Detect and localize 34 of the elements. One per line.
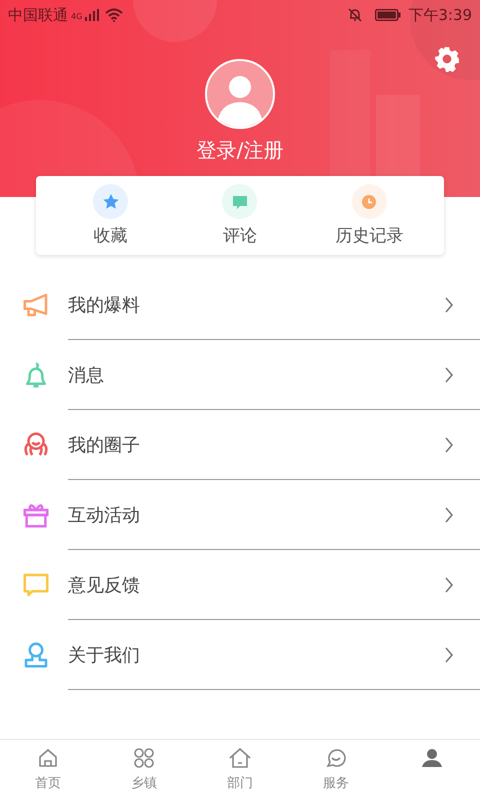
nav-tab[interactable]: 乡镇: [96, 740, 192, 800]
bell-muted-icon: [348, 8, 362, 22]
battery-icon: [375, 9, 402, 21]
settings-icon[interactable]: [434, 46, 460, 72]
home-icon: [36, 746, 60, 770]
chevron-right-icon: [444, 646, 454, 664]
quick-action-button[interactable]: 收藏: [56, 184, 166, 247]
grid-icon: [132, 746, 156, 770]
chevron-right-icon: [444, 576, 454, 594]
network-type: 4G: [71, 12, 82, 20]
menu-item[interactable]: 意见反馈: [68, 550, 480, 620]
wifi-icon: [105, 8, 124, 22]
menu-item[interactable]: 关于我们: [68, 620, 480, 690]
chevron-right-icon: [444, 366, 454, 384]
signal-icon: [85, 9, 100, 21]
chat-icon: [324, 746, 348, 770]
nav-tab[interactable]: 部门: [192, 740, 288, 800]
menu-item[interactable]: 我的爆料: [68, 270, 480, 340]
quick-action-button[interactable]: 评论: [184, 184, 295, 247]
carrier-name: 中国联通: [8, 6, 68, 24]
menu-item[interactable]: 我的圈子: [68, 410, 480, 480]
person-icon: [420, 746, 444, 770]
chevron-right-icon: [444, 436, 454, 454]
login-link[interactable]: 登录/注册: [196, 137, 284, 164]
menu-item[interactable]: 消息: [68, 340, 480, 410]
house-icon: [228, 746, 252, 770]
clock-time: 下午3:39: [408, 6, 472, 24]
avatar-icon[interactable]: [205, 59, 275, 129]
chevron-right-icon: [444, 506, 454, 524]
quick-action-button[interactable]: 历史记录: [314, 184, 424, 247]
chevron-right-icon: [444, 296, 454, 314]
menu-item[interactable]: 互动活动: [68, 480, 480, 550]
nav-tab[interactable]: 首页: [0, 740, 96, 800]
nav-tab[interactable]: 服务: [288, 740, 384, 800]
